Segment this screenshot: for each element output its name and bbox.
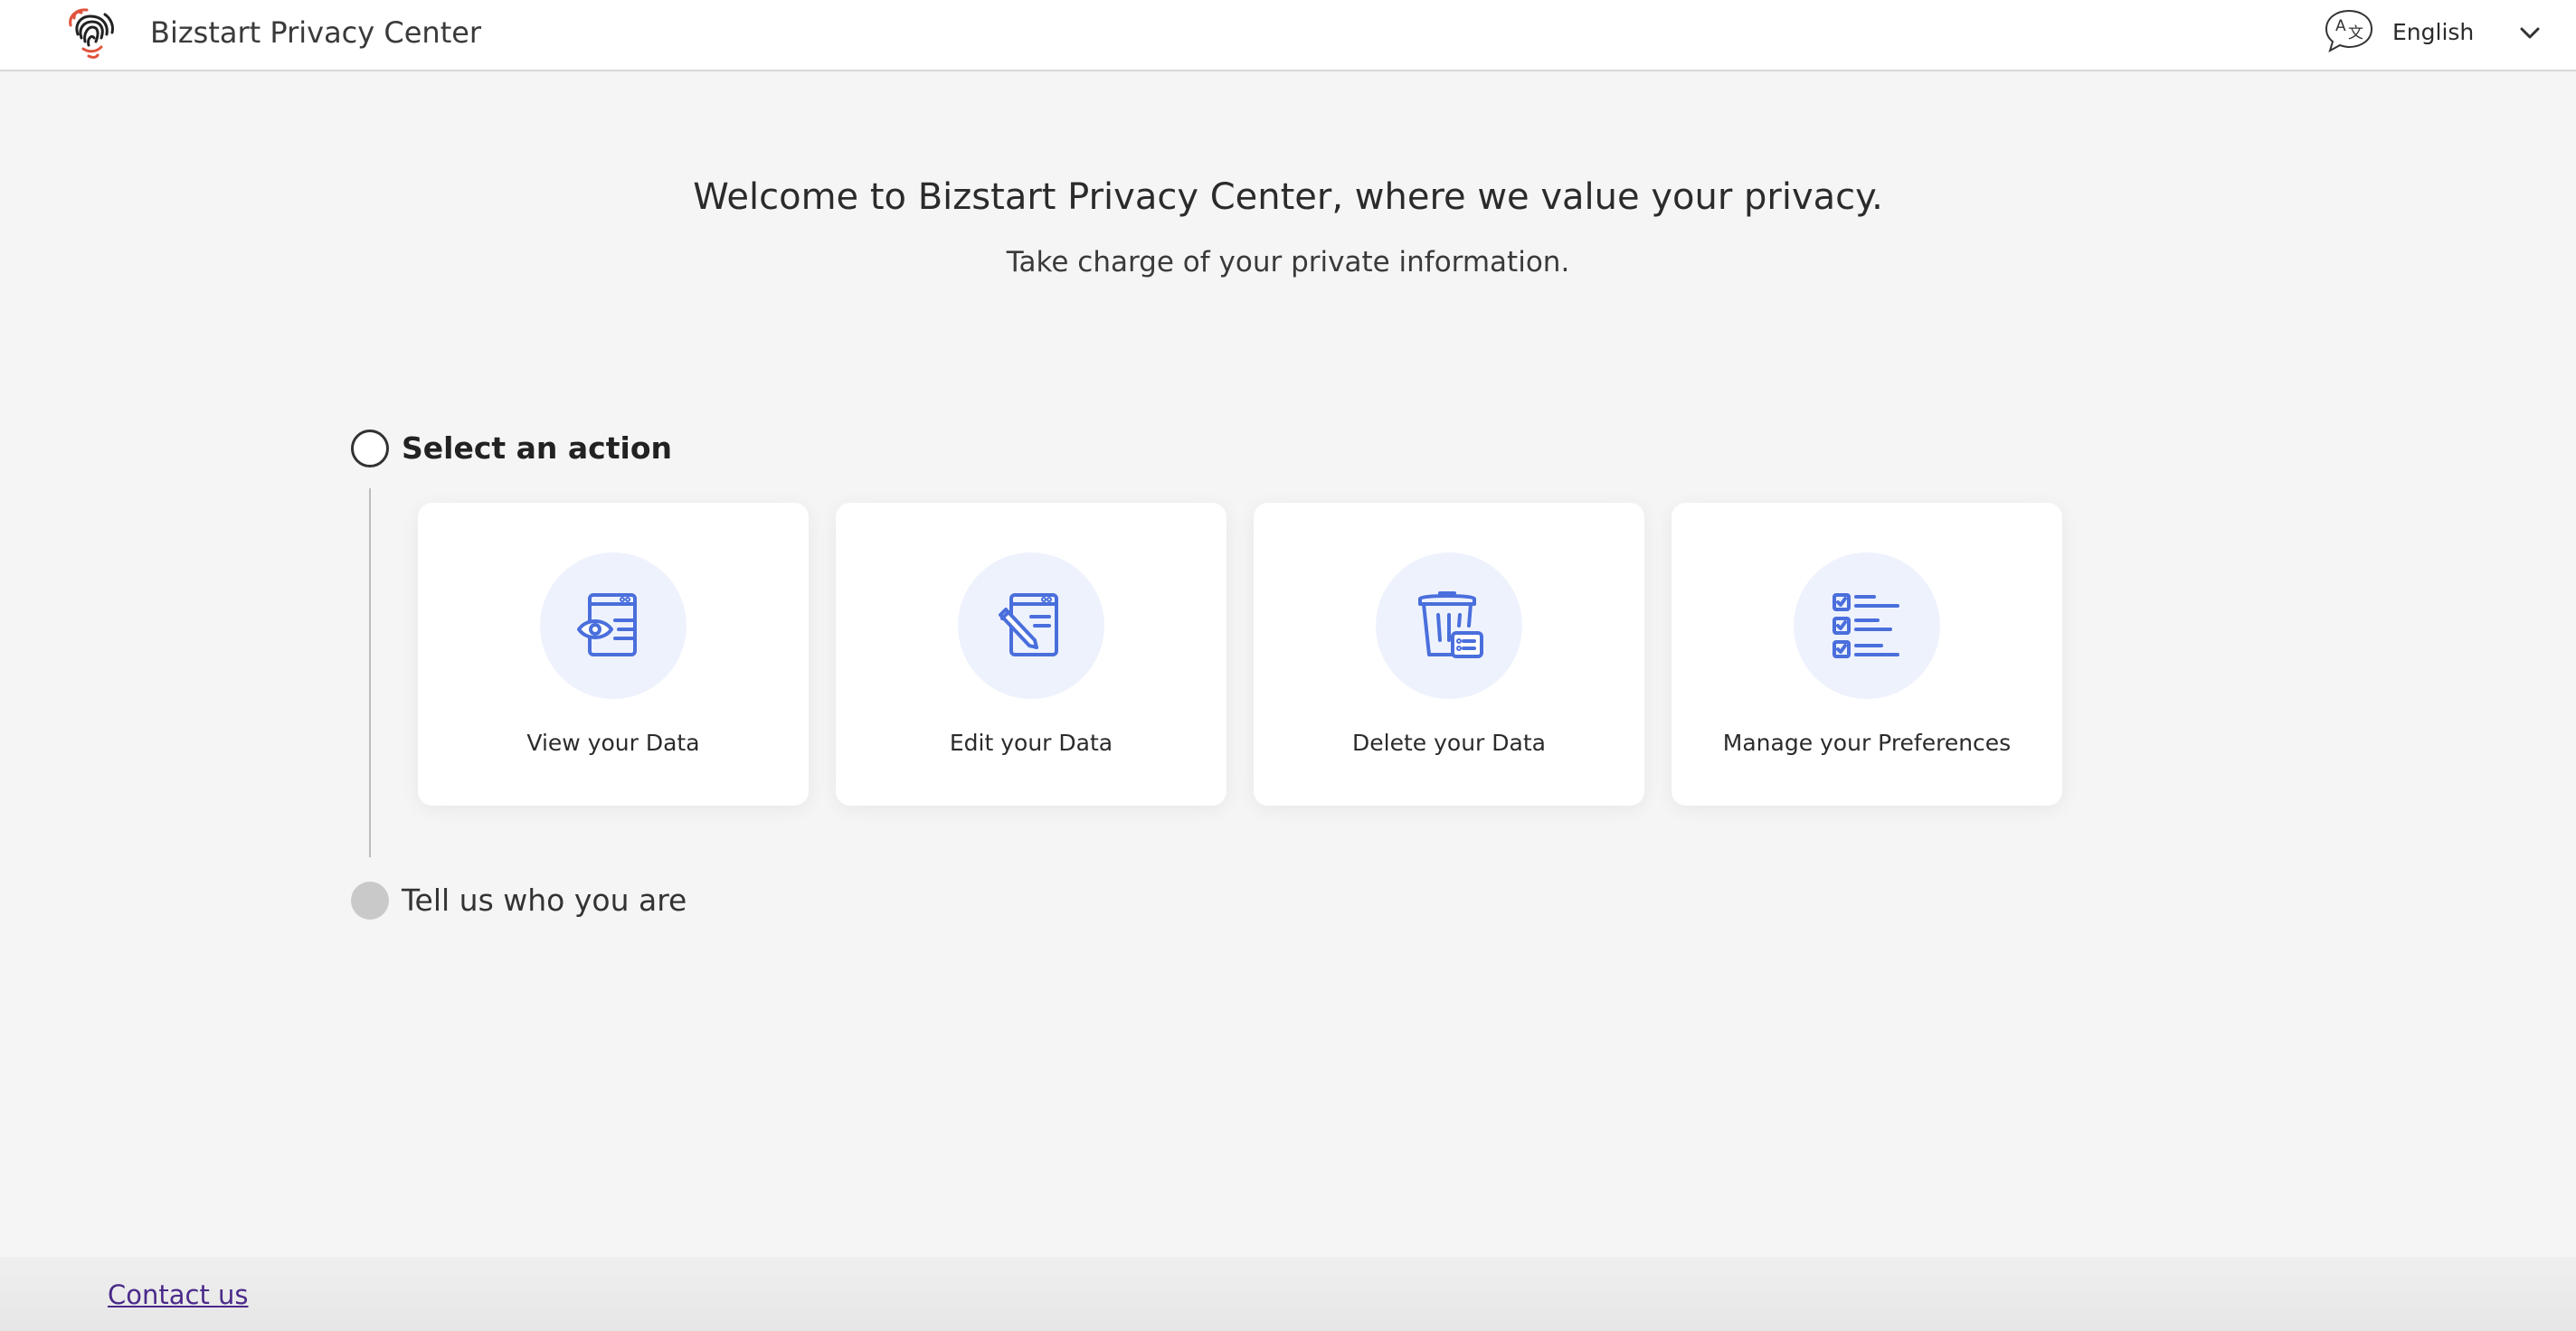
- footer: [0, 1257, 2576, 1331]
- chevron-down-icon[interactable]: [2516, 22, 2543, 43]
- icon-circle: [540, 552, 687, 699]
- contact-us-link[interactable]: Contact us: [108, 1277, 249, 1313]
- card-label: Delete your Data: [1352, 730, 1546, 756]
- svg-text:文: 文: [2348, 24, 2363, 42]
- step-2-indicator: [351, 882, 389, 920]
- step-1-label: Select an action: [402, 430, 672, 466]
- delete-data-card[interactable]: Delete your Data: [1254, 503, 1644, 806]
- step-2-label: Tell us who you are: [402, 883, 687, 918]
- card-label: Manage your Preferences: [1722, 730, 2012, 756]
- welcome-heading: Welcome to Bizstart Privacy Center, wher…: [693, 176, 1883, 218]
- step-1-indicator: [351, 430, 389, 467]
- fingerprint-icon[interactable]: [65, 7, 119, 60]
- top-bar: Bizstart Privacy Center A 文 English: [0, 0, 2576, 71]
- card-label: Edit your Data: [949, 730, 1113, 756]
- welcome-subtitle: Take charge of your private information.: [1006, 246, 1570, 278]
- preferences-checklist-icon: [1833, 593, 1899, 658]
- edit-data-card[interactable]: Edit your Data: [836, 503, 1226, 806]
- manage-preferences-card[interactable]: Manage your Preferences: [1672, 503, 2062, 806]
- view-data-card[interactable]: View your Data: [418, 503, 809, 806]
- card-label: View your Data: [526, 730, 700, 756]
- language-selector-label[interactable]: English: [2392, 16, 2474, 49]
- translate-icon[interactable]: A 文: [2323, 7, 2375, 54]
- delete-data-icon: [1418, 591, 1483, 658]
- icon-circle: [958, 552, 1104, 699]
- app-title: Bizstart Privacy Center: [150, 15, 482, 50]
- icon-circle: [1794, 552, 1940, 699]
- step-connector-line: [369, 488, 371, 857]
- svg-text:A: A: [2335, 17, 2346, 35]
- icon-circle: [1376, 552, 1522, 699]
- view-data-icon: [577, 593, 637, 656]
- edit-data-icon: [999, 593, 1058, 656]
